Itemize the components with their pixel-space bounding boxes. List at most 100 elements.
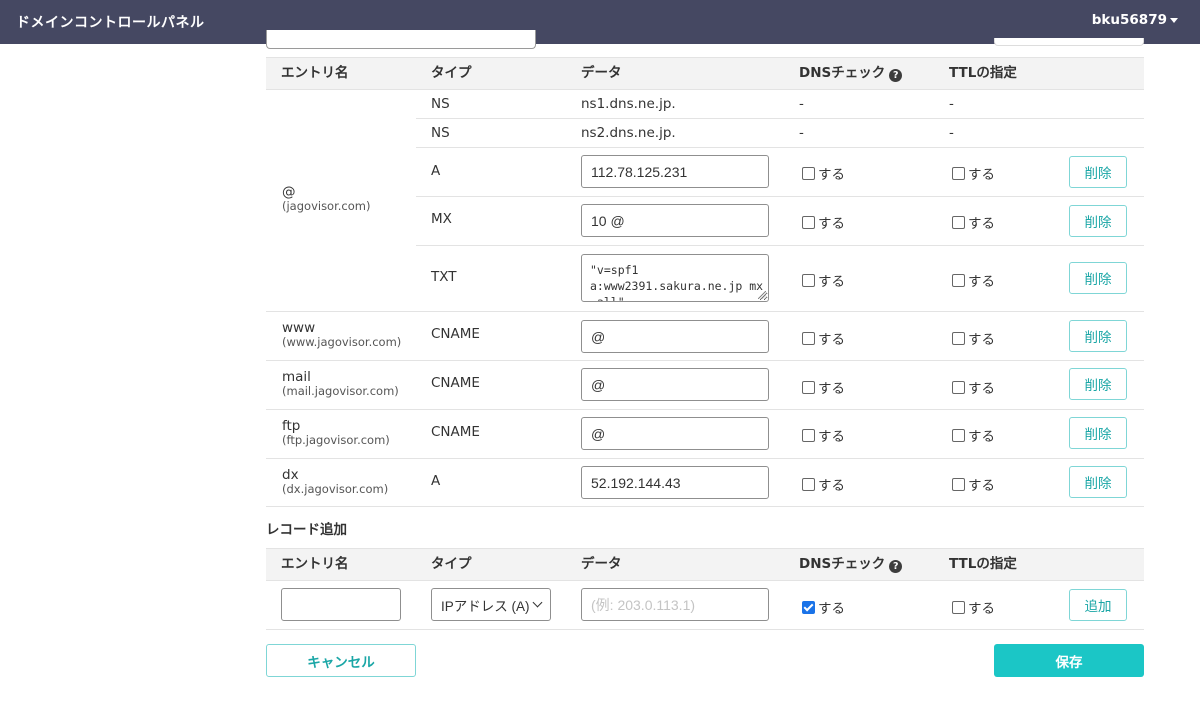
- checkbox-icon: [952, 331, 965, 345]
- dns-check-checkbox[interactable]: する: [802, 425, 845, 445]
- entry-domain: (jagovisor.com): [282, 199, 371, 213]
- col-ttl: TTLの指定: [949, 556, 1017, 572]
- ttl-checkbox[interactable]: する: [952, 212, 995, 232]
- entry-domain: (www.jagovisor.com): [282, 335, 402, 349]
- col-ttl: TTLの指定: [949, 65, 1017, 81]
- ttl-checkbox[interactable]: する: [952, 425, 995, 445]
- checkbox-label: する: [968, 429, 995, 445]
- delete-button[interactable]: 削除: [1069, 417, 1127, 449]
- record-type: A: [431, 473, 441, 489]
- entry-name: ftp: [282, 418, 301, 434]
- delete-button[interactable]: 削除: [1069, 320, 1127, 352]
- checkbox-label: する: [818, 167, 845, 183]
- entry-domain: (ftp.jagovisor.com): [282, 433, 390, 447]
- chevron-down-icon: [532, 597, 543, 608]
- delete-button[interactable]: 削除: [1069, 205, 1127, 237]
- help-icon[interactable]: ?: [889, 69, 903, 82]
- checkbox-label: する: [818, 216, 845, 232]
- user-name: bku56879: [1091, 12, 1167, 28]
- caret-down-icon: [1170, 18, 1178, 23]
- checkbox-label: する: [968, 216, 995, 232]
- checkbox-icon: [802, 166, 815, 180]
- delete-button[interactable]: 削除: [1069, 466, 1127, 498]
- checkbox-icon: [952, 428, 965, 442]
- col-data: データ: [581, 65, 622, 81]
- checkbox-icon: [952, 477, 965, 491]
- record-data-textarea[interactable]: "v=spf1 a:www2391.sakura.ne.jp mx ~all": [581, 254, 769, 302]
- new-ttl-checkbox[interactable]: する: [952, 597, 995, 617]
- ttl-checkbox[interactable]: する: [952, 163, 995, 183]
- new-entry-input[interactable]: [281, 588, 401, 621]
- add-record-title: レコード追加: [266, 522, 347, 538]
- ttl-checkbox[interactable]: する: [952, 474, 995, 494]
- dns-check-checkbox[interactable]: する: [802, 328, 845, 348]
- record-data-input[interactable]: 52.192.144.43: [581, 466, 769, 499]
- dns-check-checkbox[interactable]: する: [802, 270, 845, 290]
- delete-button[interactable]: 削除: [1069, 262, 1127, 294]
- ttl-value: -: [949, 125, 954, 141]
- checkbox-icon: [802, 477, 815, 491]
- dns-check-value: -: [799, 125, 804, 141]
- record-data-input[interactable]: @: [581, 320, 769, 353]
- checkbox-icon: [952, 380, 965, 394]
- delete-button[interactable]: 削除: [1069, 368, 1127, 400]
- checkbox-label: する: [968, 381, 995, 397]
- col-type: タイプ: [431, 556, 472, 572]
- record-data-input[interactable]: @: [581, 417, 769, 450]
- checkbox-label: する: [968, 332, 995, 348]
- user-menu[interactable]: bku56879: [1092, 12, 1178, 28]
- table-row: TXT: [416, 246, 1144, 312]
- entry-dx: dx (dx.jagovisor.com): [282, 468, 388, 496]
- new-data-input[interactable]: (例: 203.0.113.1): [581, 588, 769, 621]
- checkbox-icon: [952, 600, 965, 614]
- ttl-checkbox[interactable]: する: [952, 377, 995, 397]
- record-type: NS: [431, 96, 450, 112]
- scrolled-control[interactable]: [994, 38, 1144, 46]
- record-data: ns2.dns.ne.jp.: [581, 125, 676, 141]
- placeholder-text: (例: 203.0.113.1): [591, 596, 696, 613]
- record-type: CNAME: [431, 375, 480, 391]
- entry-domain: (mail.jagovisor.com): [282, 384, 399, 398]
- checkbox-label: する: [818, 381, 845, 397]
- dns-check-checkbox[interactable]: する: [802, 212, 845, 232]
- new-type-select[interactable]: IPアドレス (A): [431, 588, 551, 621]
- entry-ftp: ftp (ftp.jagovisor.com): [282, 419, 390, 447]
- record-data-input[interactable]: @: [581, 368, 769, 401]
- select-value: IPアドレス (A): [441, 598, 530, 614]
- save-button[interactable]: 保存: [994, 644, 1144, 677]
- record-data-input[interactable]: 10 @: [581, 204, 769, 237]
- col-data: データ: [581, 556, 622, 572]
- dns-check-checkbox[interactable]: する: [802, 474, 845, 494]
- textarea-text: "v=spf1 a:www2391.sakura.ne.jp mx ~all": [590, 263, 764, 302]
- app-title: ドメインコントロールパネル: [16, 15, 205, 31]
- record-data: ns1.dns.ne.jp.: [581, 96, 676, 112]
- table-row: A: [416, 148, 1144, 197]
- dns-check-checkbox[interactable]: する: [802, 163, 845, 183]
- checkbox-icon: [952, 215, 965, 229]
- record-type: CNAME: [431, 326, 480, 342]
- add-button[interactable]: 追加: [1069, 589, 1127, 621]
- new-dns-check-checkbox[interactable]: する: [802, 597, 845, 617]
- checkbox-label: する: [818, 274, 845, 290]
- entry-name: @: [282, 184, 296, 200]
- add-table-header: エントリ名 タイプ データ DNSチェック? TTLの指定: [266, 548, 1144, 581]
- col-entry: エントリ名: [281, 65, 349, 81]
- table-row: MX: [416, 197, 1144, 246]
- table-row: NS ns1.dns.ne.jp. - -: [416, 90, 1144, 119]
- checkbox-label: する: [818, 429, 845, 445]
- table-row: NS ns2.dns.ne.jp. - -: [416, 119, 1144, 148]
- scrolled-search-input[interactable]: [266, 30, 536, 49]
- ttl-checkbox[interactable]: する: [952, 328, 995, 348]
- col-entry: エントリ名: [281, 556, 349, 572]
- resize-grip-icon[interactable]: [758, 291, 766, 299]
- checkbox-label: する: [968, 274, 995, 290]
- help-icon[interactable]: ?: [889, 560, 903, 573]
- col-dns-check: DNSチェック?: [799, 58, 903, 89]
- cancel-button[interactable]: キャンセル: [266, 644, 416, 677]
- entry-name: dx: [282, 467, 299, 483]
- dns-check-checkbox[interactable]: する: [802, 377, 845, 397]
- record-data-input[interactable]: 112.78.125.231: [581, 155, 769, 188]
- ttl-checkbox[interactable]: する: [952, 270, 995, 290]
- record-type: A: [431, 163, 441, 179]
- delete-button[interactable]: 削除: [1069, 156, 1127, 188]
